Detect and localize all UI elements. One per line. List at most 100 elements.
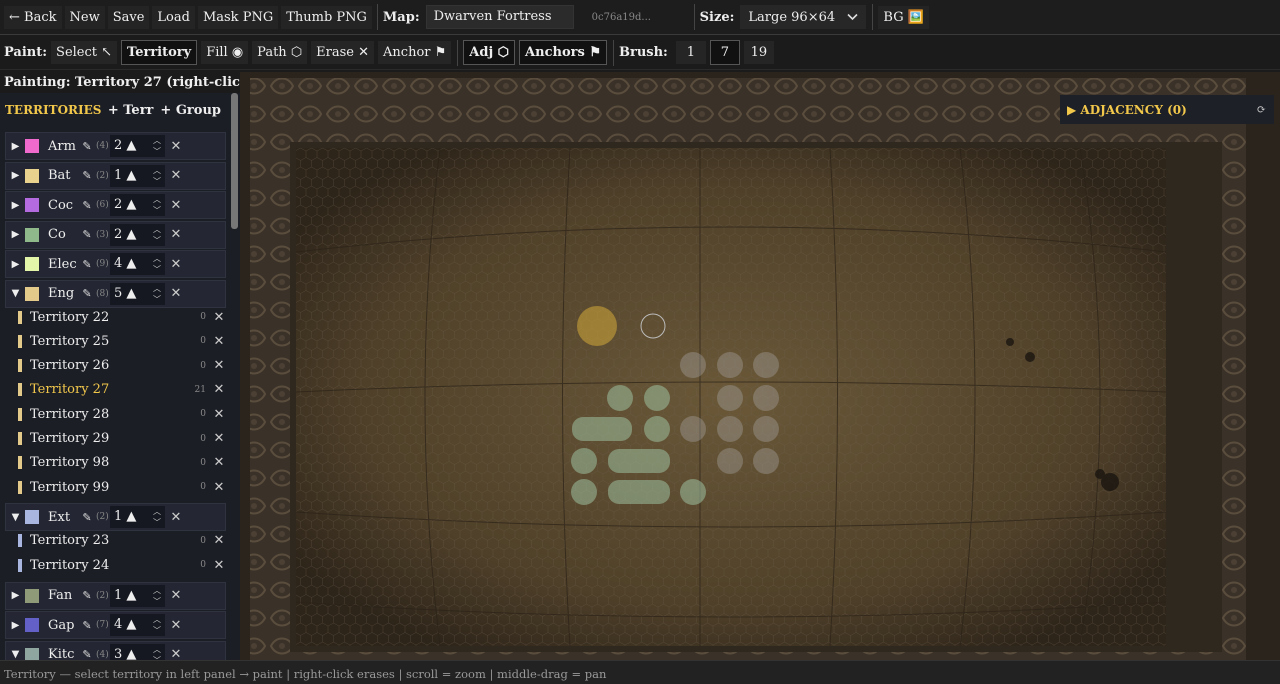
- territory-row[interactable]: Territory 23 0 ✕: [5, 529, 226, 553]
- group-name[interactable]: Gap: [48, 618, 78, 633]
- group-name[interactable]: Ext: [48, 510, 78, 525]
- group-value-stepper[interactable]: 5 ▲ ︿ ﹀: [110, 282, 165, 305]
- group-color-swatch[interactable]: [25, 588, 39, 603]
- background-button[interactable]: BG 🖼️: [878, 5, 929, 29]
- group-row-arm[interactable]: ▶ Arm ✎ (4) 2 ▲ ︿ ﹀ ✕: [5, 132, 226, 160]
- territory-name[interactable]: Territory 26: [30, 358, 193, 373]
- delete-group-icon[interactable]: ✕: [165, 198, 187, 213]
- brush-size-7-button[interactable]: 7: [709, 40, 740, 65]
- territory-name[interactable]: Territory 27: [30, 382, 193, 397]
- back-button[interactable]: ← Back: [4, 5, 62, 29]
- edit-pen-icon[interactable]: ✎: [78, 589, 96, 602]
- group-color-swatch[interactable]: [25, 168, 39, 183]
- territory-name[interactable]: Territory 22: [30, 310, 193, 325]
- add-group-button[interactable]: + Group: [160, 103, 221, 118]
- expand-toggle-icon[interactable]: ▶: [6, 590, 25, 601]
- territory-row[interactable]: Territory 26 0 ✕: [5, 354, 226, 378]
- expand-toggle-icon[interactable]: ▶: [6, 259, 25, 270]
- expand-toggle-icon[interactable]: ▼: [6, 288, 25, 299]
- load-button[interactable]: Load: [152, 5, 195, 29]
- group-row-kitc[interactable]: ▼ Kitc ✎ (4) 3 ▲ ︿ ﹀ ✕: [5, 640, 226, 661]
- group-name[interactable]: Fan: [48, 588, 78, 603]
- delete-territory-icon[interactable]: ✕: [212, 558, 226, 573]
- group-row-eng[interactable]: ▼ Eng ✎ (8) 5 ▲ ︿ ﹀ ✕: [5, 279, 226, 308]
- save-button[interactable]: Save: [107, 5, 150, 29]
- stepper-arrows-icon[interactable]: ︿ ﹀: [153, 253, 161, 275]
- stepper-arrows-icon[interactable]: ︿ ﹀: [153, 585, 161, 607]
- group-name[interactable]: Coc: [48, 198, 78, 213]
- group-value-stepper[interactable]: 1 ▲ ︿ ﹀: [110, 584, 165, 607]
- group-value-stepper[interactable]: 2 ▲ ︿ ﹀: [110, 194, 165, 216]
- territory-row[interactable]: Territory 28 0 ✕: [5, 402, 226, 426]
- territory-name[interactable]: Territory 29: [30, 431, 193, 446]
- delete-territory-icon[interactable]: ✕: [212, 533, 226, 548]
- thumb-png-button[interactable]: Thumb PNG: [281, 5, 372, 29]
- edit-pen-icon[interactable]: ✎: [78, 169, 96, 182]
- anchor-tool-button[interactable]: Anchor ⚑: [378, 41, 452, 64]
- sidebar-scrollbar[interactable]: [231, 93, 238, 229]
- stepper-arrows-icon[interactable]: ︿ ﹀: [153, 506, 161, 528]
- edit-pen-icon[interactable]: ✎: [78, 287, 96, 300]
- delete-territory-icon[interactable]: ✕: [212, 334, 226, 349]
- mask-png-button[interactable]: Mask PNG: [197, 5, 279, 29]
- delete-group-icon[interactable]: ✕: [165, 286, 187, 301]
- delete-territory-icon[interactable]: ✕: [212, 431, 226, 446]
- group-row-co[interactable]: ▶ Co ✎ (3) 2 ▲ ︿ ﹀ ✕: [5, 220, 226, 249]
- brush-size-1-button[interactable]: 1: [675, 41, 706, 64]
- group-value-stepper[interactable]: 1 ▲ ︿ ﹀: [110, 506, 165, 529]
- group-row-fan[interactable]: ▶ Fan ✎ (2) 1 ▲ ︿ ﹀ ✕: [5, 581, 226, 610]
- group-name[interactable]: Bat: [48, 168, 78, 183]
- stepper-arrows-icon[interactable]: ︿ ﹀: [153, 194, 161, 216]
- territory-tool-button[interactable]: Territory: [121, 40, 198, 65]
- stepper-arrows-icon[interactable]: ︿ ﹀: [153, 644, 161, 661]
- territory-name[interactable]: Territory 23: [30, 533, 193, 548]
- edit-pen-icon[interactable]: ✎: [78, 648, 96, 660]
- expand-toggle-icon[interactable]: ▼: [6, 512, 25, 523]
- delete-group-icon[interactable]: ✕: [165, 647, 187, 660]
- path-tool-button[interactable]: Path ⬡: [252, 41, 308, 64]
- territory-row[interactable]: Territory 25 0 ✕: [5, 329, 226, 353]
- expand-toggle-icon[interactable]: ▶: [6, 170, 25, 181]
- edit-pen-icon[interactable]: ✎: [78, 228, 96, 241]
- group-name[interactable]: Eng: [48, 286, 78, 301]
- group-name[interactable]: Arm: [48, 139, 78, 154]
- territory-name[interactable]: Territory 28: [30, 407, 193, 422]
- delete-group-icon[interactable]: ✕: [165, 618, 187, 633]
- select-tool-button[interactable]: Select ↖: [51, 41, 118, 64]
- delete-group-icon[interactable]: ✕: [165, 588, 187, 603]
- group-value-stepper[interactable]: 4 ▲ ︿ ﹀: [110, 614, 165, 636]
- delete-territory-icon[interactable]: ✕: [212, 358, 226, 373]
- stepper-arrows-icon[interactable]: ︿ ﹀: [153, 224, 161, 246]
- delete-territory-icon[interactable]: ✕: [212, 382, 226, 397]
- expand-toggle-icon[interactable]: ▼: [6, 649, 25, 660]
- delete-group-icon[interactable]: ✕: [165, 257, 187, 272]
- territory-row[interactable]: Territory 98 0 ✕: [5, 451, 226, 475]
- expand-toggle-icon[interactable]: ▶: [6, 620, 25, 631]
- stepper-arrows-icon[interactable]: ︿ ﹀: [153, 283, 161, 305]
- group-row-ext[interactable]: ▼ Ext ✎ (2) 1 ▲ ︿ ﹀ ✕: [5, 503, 226, 532]
- group-name[interactable]: Kitc: [48, 647, 78, 660]
- group-color-swatch[interactable]: [25, 510, 39, 525]
- edit-pen-icon[interactable]: ✎: [78, 140, 96, 153]
- stepper-arrows-icon[interactable]: ︿ ﹀: [153, 614, 161, 636]
- group-row-bat[interactable]: ▶ Bat ✎ (2) 1 ▲ ︿ ﹀ ✕: [5, 161, 226, 190]
- expand-toggle-icon[interactable]: ▶: [6, 141, 25, 152]
- group-color-swatch[interactable]: [25, 227, 39, 242]
- territory-row[interactable]: Territory 29 0 ✕: [5, 427, 226, 451]
- edit-pen-icon[interactable]: ✎: [78, 199, 96, 212]
- group-value-stepper[interactable]: 2 ▲ ︿ ﹀: [110, 135, 165, 157]
- delete-group-icon[interactable]: ✕: [165, 139, 187, 154]
- territory-name[interactable]: Territory 99: [30, 480, 193, 495]
- refresh-icon[interactable]: ⟳: [1257, 103, 1266, 116]
- territory-row[interactable]: Territory 27 21 ✕: [5, 378, 226, 402]
- stepper-arrows-icon[interactable]: ︿ ﹀: [153, 135, 161, 157]
- adjacency-panel[interactable]: ▶ ADJACENCY (0) ⟳: [1060, 95, 1274, 124]
- group-row-gap[interactable]: ▶ Gap ✎ (7) 4 ▲ ︿ ﹀ ✕: [5, 611, 226, 639]
- group-color-swatch[interactable]: [25, 139, 39, 153]
- adjacency-title[interactable]: ▶ ADJACENCY (0): [1067, 103, 1257, 117]
- group-value-stepper[interactable]: 2 ▲ ︿ ﹀: [110, 223, 165, 246]
- add-territory-button[interactable]: + Terr: [108, 103, 154, 118]
- territory-name[interactable]: Territory 25: [30, 334, 193, 349]
- delete-territory-icon[interactable]: ✕: [212, 480, 226, 495]
- group-value-stepper[interactable]: 1 ▲ ︿ ﹀: [110, 164, 165, 187]
